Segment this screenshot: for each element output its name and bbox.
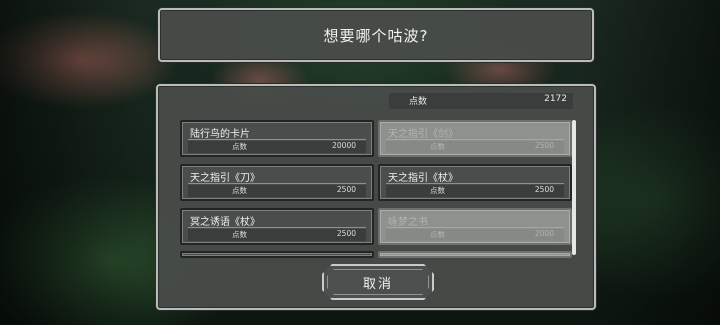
shop-item-5[interactable]: 冥之诱语《杖》 点数 2500	[180, 208, 374, 245]
item-price-label: 点数	[232, 142, 247, 151]
points-display: 点数 2172	[389, 93, 573, 109]
item-divider	[188, 183, 366, 184]
item-price-row: 点数 2500	[188, 185, 366, 197]
shop-item-4[interactable]: 天之指引《杖》 点数 2500	[378, 164, 572, 201]
item-name: 天之指引《杖》	[388, 173, 458, 184]
question-dialog: 想要哪个咕波?	[158, 8, 594, 62]
item-name: 冥之诱语《杖》	[190, 217, 260, 228]
points-label: 点数	[409, 97, 428, 107]
shop-item-1[interactable]: 陆行鸟的卡片 点数 20000	[180, 120, 374, 157]
item-price-label: 点数	[232, 186, 247, 195]
item-price-value: 2500	[534, 185, 554, 194]
item-price-label: 点数	[430, 230, 445, 239]
shop-item-3[interactable]: 天之指引《刀》 点数 2500	[180, 164, 374, 201]
item-divider	[188, 139, 366, 140]
shop-window: 点数 2172 陆行鸟的卡片 点数 20000 天之指引《剑》 点数 2500 …	[156, 84, 596, 310]
item-divider	[386, 183, 564, 184]
cancel-button[interactable]: 取消	[322, 264, 434, 300]
item-name: 陆行鸟的卡片	[190, 129, 250, 140]
shop-item-2[interactable]: 天之指引《剑》 点数 2500	[378, 120, 572, 157]
points-value: 2172	[544, 94, 567, 104]
shop-item-next-left[interactable]	[180, 251, 374, 258]
item-divider	[386, 139, 564, 140]
item-price-row: 点数 20000	[188, 141, 366, 153]
item-price-value: 2500	[534, 141, 554, 150]
item-price-row: 点数 2000	[386, 229, 564, 241]
item-price-value: 2000	[534, 229, 554, 238]
item-divider	[386, 227, 564, 228]
item-price-row: 点数 2500	[188, 229, 366, 241]
item-name: 咏梦之书	[388, 217, 428, 228]
item-price-row: 点数 2500	[386, 141, 564, 153]
list-scrollbar[interactable]	[572, 120, 576, 255]
shop-item-next-right[interactable]	[378, 251, 572, 258]
question-text: 想要哪个咕波?	[323, 26, 429, 45]
item-price-label: 点数	[430, 142, 445, 151]
shop-item-6[interactable]: 咏梦之书 点数 2000	[378, 208, 572, 245]
item-price-row: 点数 2500	[386, 185, 564, 197]
item-price-value: 2500	[336, 185, 356, 194]
item-divider	[188, 227, 366, 228]
item-price-label: 点数	[232, 230, 247, 239]
item-price-label: 点数	[430, 186, 445, 195]
item-name: 天之指引《刀》	[190, 173, 260, 184]
item-price-value: 2500	[336, 229, 356, 238]
item-name: 天之指引《剑》	[388, 129, 458, 140]
item-price-value: 20000	[332, 141, 356, 150]
